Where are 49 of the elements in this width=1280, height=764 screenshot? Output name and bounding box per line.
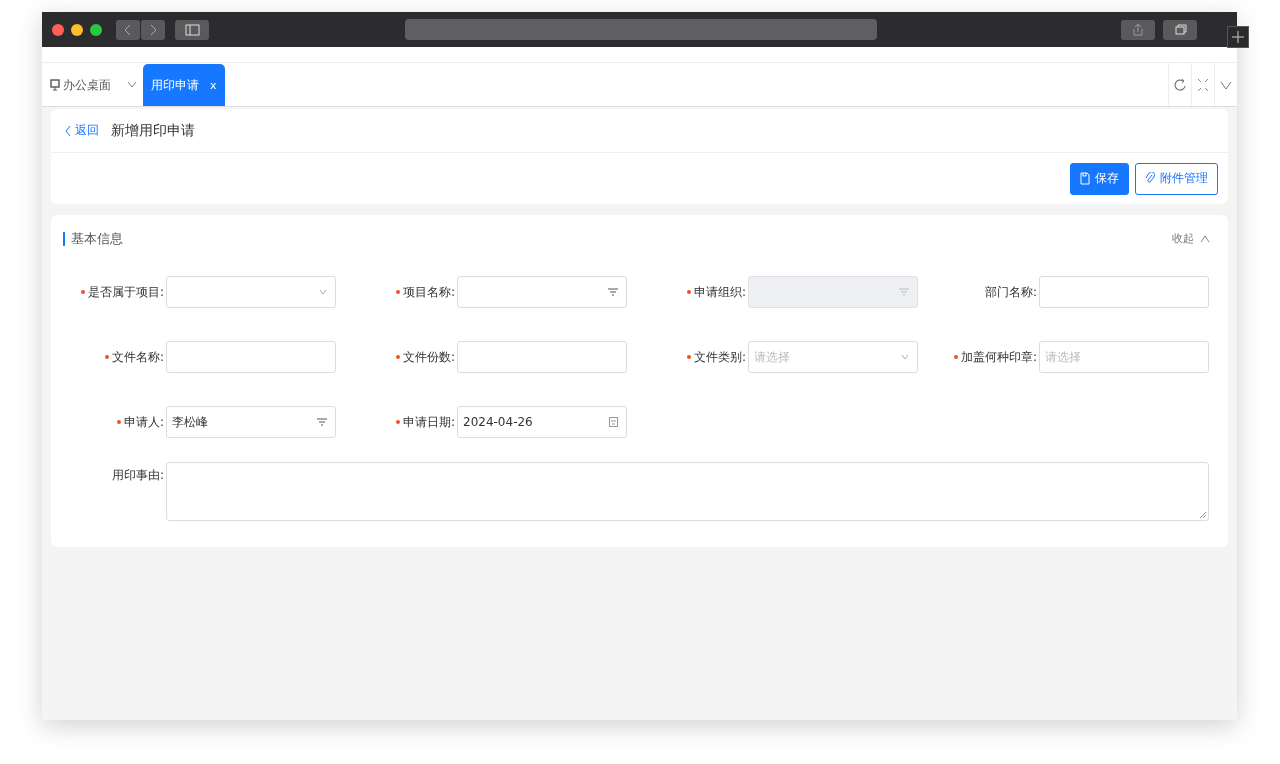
filter-icon [608,288,618,296]
monitor-icon [50,79,60,91]
field-label: 项目名称: [342,283,455,301]
field-label: 文件份数: [342,348,455,366]
date-field[interactable]: 2024-04-26 [457,406,627,438]
collapse-toggle[interactable]: 收起 [1172,231,1210,246]
chevron-down-icon[interactable] [127,80,137,89]
field-label: 加盖何种印章: [924,348,1037,366]
tab[interactable]: 用印申请 x [143,64,225,106]
close-icon[interactable] [52,23,64,36]
field-label: 申请组织: [633,283,746,301]
back-link[interactable]: 返回 [65,122,99,139]
save-icon [1080,172,1090,185]
new-tab-icon[interactable] [1227,26,1249,48]
chevron-down-icon [901,354,909,360]
tabs-icon[interactable] [1163,19,1197,40]
chevron-up-icon [1200,234,1210,243]
field-label: 是否属于项目: [51,283,164,301]
input-field[interactable] [457,341,627,373]
filter-icon [317,418,327,426]
field-label: 申请日期: [342,413,455,431]
field-label: 部门名称: [983,283,1037,301]
tab[interactable]: 办公桌面 [42,64,119,106]
chevron-left-icon [65,124,71,137]
calendar-icon [609,417,618,427]
lookup-field[interactable]: 李松峰 [166,406,336,438]
select-field[interactable] [166,276,336,308]
field-label: 申请人: [51,413,164,431]
lookup-field[interactable] [457,276,627,308]
share-icon[interactable] [1121,19,1155,40]
section-title: 基本信息 [63,231,123,246]
zoom-icon[interactable] [90,23,102,36]
field-label: 用印事由: [110,467,164,484]
paperclip-icon [1145,172,1155,185]
input-field[interactable] [1039,276,1209,308]
forward-icon[interactable] [141,19,165,40]
minimize-icon[interactable] [71,23,83,36]
attachment-button[interactable]: 附件管理 [1135,162,1218,195]
input-field[interactable] [166,341,336,373]
field-label: 文件类别: [633,348,746,366]
sidebar-icon[interactable] [175,19,209,40]
back-icon[interactable] [116,19,140,40]
filter-icon [899,288,909,296]
save-button[interactable]: 保存 [1070,162,1129,195]
resize-grip-icon [1200,512,1206,518]
field-label: 文件名称: [51,348,164,366]
page-title: 新增用印申请 [111,121,195,140]
chevron-down-icon [319,289,327,295]
text-area[interactable] [166,462,1209,521]
